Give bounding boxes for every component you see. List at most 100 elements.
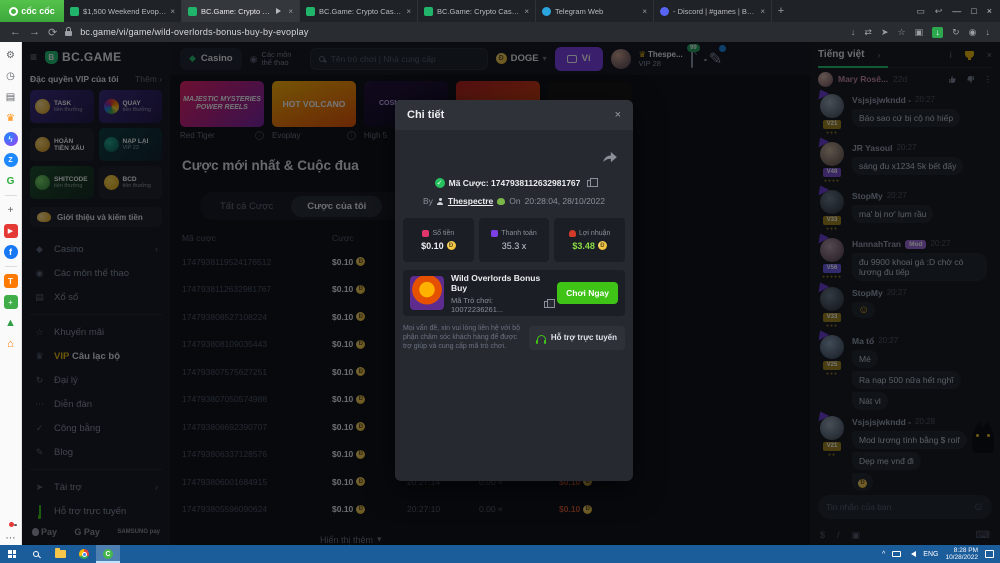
system-tray: ^ ENG 8:28 PM10/28/2022 xyxy=(882,547,1000,561)
tab-search-icon[interactable]: ▭ xyxy=(916,6,925,17)
more-options-icon[interactable]: ⋯ xyxy=(4,531,18,545)
support-row: Mọi vấn đề, xin vui lòng liên hệ với bộ … xyxy=(403,324,625,351)
verified-check-icon: ✓ xyxy=(435,178,445,188)
tab-bcgame-2[interactable]: BC.Game: Crypto Casino Ga... × xyxy=(300,0,418,22)
hidden-icons-caret[interactable]: ^ xyxy=(882,551,885,558)
tab-telegram[interactable]: Telegram Web × xyxy=(536,0,654,22)
chrome-icon xyxy=(79,549,89,559)
add-shortcut-icon[interactable]: + xyxy=(4,203,18,217)
browser-side-panel: ⚙ ◷ ▤ ♛ ϟ Z G + ▶ f T + ▲ ⌂ ⋯ xyxy=(0,42,22,545)
close-tab-icon[interactable]: × xyxy=(524,7,529,16)
close-tab-icon[interactable]: × xyxy=(406,7,411,16)
maximize-button[interactable]: □ xyxy=(971,6,976,16)
hot-trends-icon[interactable]: ♛ xyxy=(4,111,18,125)
payout-icon xyxy=(491,230,498,237)
live-support-button[interactable]: Hỗ trợ trực tuyến xyxy=(529,326,625,350)
player-name-link[interactable]: Thespectre xyxy=(448,196,493,206)
tab-label: BC.Game: Crypto Casino Ga... xyxy=(319,7,402,16)
share-bet-icon[interactable] xyxy=(603,152,617,164)
bcgame-favicon xyxy=(188,7,197,16)
gift-icon[interactable]: + xyxy=(4,295,18,309)
zalo-icon[interactable]: Z xyxy=(4,153,18,167)
start-button[interactable] xyxy=(0,545,24,563)
back-icon[interactable]: ← xyxy=(10,26,21,38)
cart-icon[interactable]: ⌂ xyxy=(4,337,18,351)
taskbar-search-button[interactable] xyxy=(24,545,48,563)
tab-bcgame-3[interactable]: BC.Game: Crypto Casino Ga... × xyxy=(418,0,536,22)
windows-logo-icon xyxy=(8,550,16,558)
folder-icon xyxy=(55,550,66,558)
doge-coin-icon: Ð xyxy=(447,241,456,250)
reading-list-icon[interactable]: ▤ xyxy=(4,90,18,104)
brand-label: cốc cốc xyxy=(21,6,55,16)
facebook-icon[interactable]: f xyxy=(4,245,18,259)
close-tab-icon[interactable]: × xyxy=(760,7,765,16)
close-modal-icon[interactable]: × xyxy=(615,109,621,121)
downloader-icon[interactable]: ↓ xyxy=(932,27,943,38)
url-text[interactable]: bc.game/vi/game/wild-overlords-bonus-buy… xyxy=(80,27,308,37)
copy-game-id-icon[interactable] xyxy=(544,301,550,308)
save-page-icon[interactable]: ↓ xyxy=(851,27,856,37)
chrome-button[interactable] xyxy=(72,545,96,563)
network-icon[interactable] xyxy=(892,551,901,557)
action-center-icon[interactable] xyxy=(985,550,994,558)
tab-audio-icon[interactable] xyxy=(276,8,284,14)
copy-bet-id-icon[interactable] xyxy=(587,180,593,187)
shopping-hat-icon[interactable]: ▲ xyxy=(4,316,18,330)
stat-payout: Thanh toán 35.3 x xyxy=(479,218,550,262)
coccoc-taskbar-button[interactable]: C xyxy=(96,545,120,563)
tab-discord[interactable]: - Discord | #games | BC G... × xyxy=(654,0,772,22)
tab-bcgame-active[interactable]: BC.Game: Crypto Casino × xyxy=(182,0,300,22)
lock-icon[interactable] xyxy=(65,31,72,36)
messenger-icon[interactable]: ϟ xyxy=(4,132,18,146)
taskbar-clock[interactable]: 8:28 PM10/28/2022 xyxy=(945,547,978,561)
adblock-shield-icon[interactable]: ▣ xyxy=(915,27,924,38)
forward-icon[interactable]: → xyxy=(29,26,40,38)
screen: cốc cốc $1,500 Weekend Evoplay M... × BC… xyxy=(0,0,1000,563)
game-title: Wild Overlords Bonus Buy xyxy=(451,273,550,293)
youtube-icon[interactable]: ▶ xyxy=(4,224,18,238)
games-icon[interactable]: G xyxy=(4,174,18,188)
tab-evoplay-promo[interactable]: $1,500 Weekend Evoplay M... × xyxy=(64,0,182,22)
play-now-button[interactable]: Chơi Ngay xyxy=(557,282,618,304)
close-tab-icon[interactable]: × xyxy=(170,7,175,16)
browser-tab-strip: cốc cốc $1,500 Weekend Evoplay M... × BC… xyxy=(0,0,1000,22)
bcgame-favicon xyxy=(306,7,315,16)
stat-profit: Lợi nhuận $3.48Ð xyxy=(554,218,625,262)
telegram-favicon xyxy=(542,7,551,16)
modal-title: Chi tiết xyxy=(407,109,444,121)
translate-icon[interactable]: ⇄ xyxy=(864,27,872,38)
coccoc-icon: C xyxy=(103,549,113,559)
share-icon[interactable]: ➤ xyxy=(881,27,889,38)
file-explorer-button[interactable] xyxy=(48,545,72,563)
close-tab-icon[interactable]: × xyxy=(288,7,293,16)
reload-icon[interactable]: ⟳ xyxy=(48,26,57,39)
sync-icon[interactable]: ↻ xyxy=(952,27,960,38)
player-icon xyxy=(437,198,444,205)
game-thumbnail[interactable] xyxy=(410,276,444,310)
volume-icon[interactable] xyxy=(908,551,916,557)
minimize-button[interactable]: — xyxy=(952,6,961,16)
bet-id-text: Mã Cược: 1747938112632981767 xyxy=(449,178,581,188)
history-clock-icon[interactable]: ◷ xyxy=(4,69,18,83)
settings-gear-icon[interactable]: ⚙ xyxy=(4,48,18,62)
bcgame-favicon xyxy=(70,7,79,16)
close-tab-icon[interactable]: × xyxy=(642,7,647,16)
windows-taskbar: C ^ ENG 8:28 PM10/28/2022 xyxy=(0,545,1000,563)
tab-label: BC.Game: Crypto Casino Ga... xyxy=(437,7,520,16)
new-tab-button[interactable]: + xyxy=(772,0,790,22)
doge-coin-icon: Ð xyxy=(598,241,607,250)
bet-author-line: By Thespectre On 20:28:04, 28/10/2022 xyxy=(395,196,633,206)
window-controls: ▭ ↩ — □ × xyxy=(908,0,1000,22)
restore-tab-icon[interactable]: ↩ xyxy=(935,6,943,17)
tab-label: BC.Game: Crypto Casino xyxy=(201,7,272,16)
language-indicator[interactable]: ENG xyxy=(923,551,938,558)
tab-label: Telegram Web xyxy=(555,7,638,16)
downloads-tray-icon[interactable]: ↓ xyxy=(986,27,991,37)
close-window-button[interactable]: × xyxy=(987,6,992,16)
bookmark-star-icon[interactable]: ☆ xyxy=(898,27,906,38)
profile-icon[interactable]: ◉ xyxy=(969,27,977,38)
coccoc-logo-icon xyxy=(9,7,18,16)
coccoc-brand-logo[interactable]: cốc cốc xyxy=(0,0,64,22)
tiki-icon[interactable]: T xyxy=(4,274,18,288)
